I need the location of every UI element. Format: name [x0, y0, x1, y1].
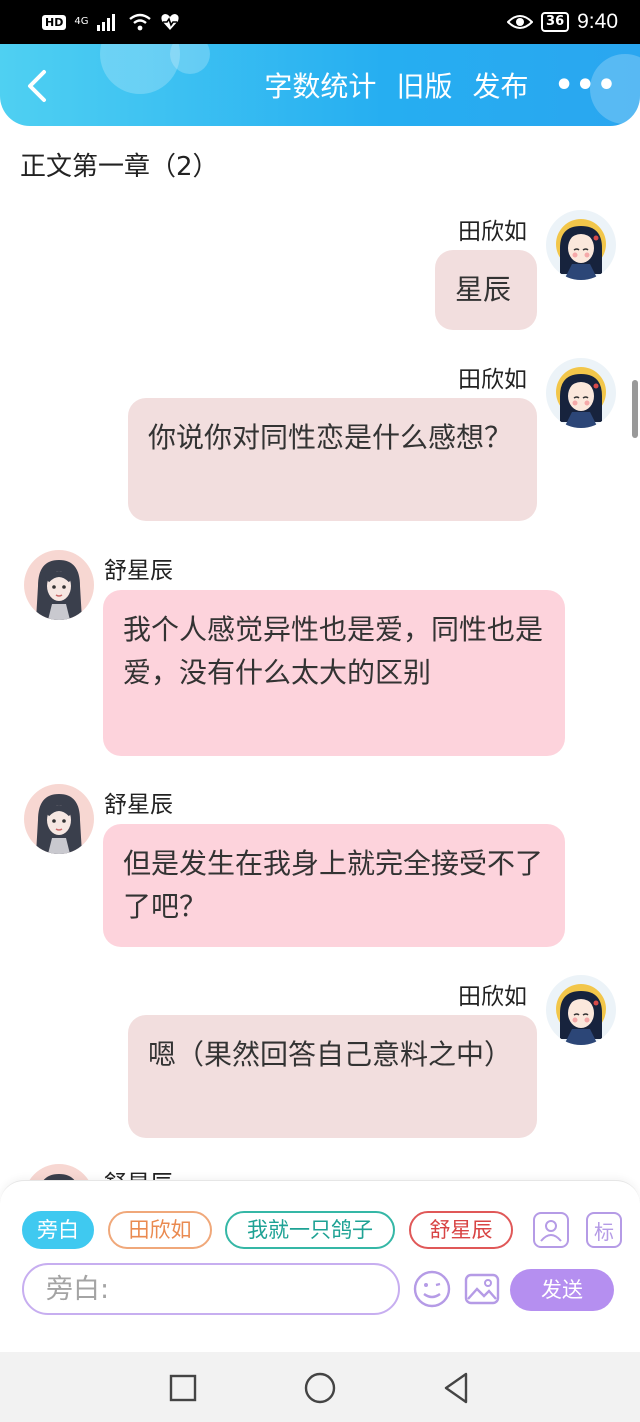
word-count-button[interactable]: 字数统计 — [264, 65, 376, 105]
image-button[interactable] — [462, 1269, 502, 1309]
heart-rate-icon — [161, 14, 180, 30]
avatar-shu-xingchen[interactable] — [24, 550, 94, 620]
status-right: 36 9:40 — [507, 10, 618, 34]
role-chip-tian-xinru[interactable]: 田欣如 — [108, 1211, 212, 1249]
square-icon — [169, 1374, 197, 1402]
app-header: 字数统计 旧版 发布 ••• — [0, 44, 640, 126]
emoji-button[interactable] — [412, 1269, 452, 1309]
speaker-name: 舒星辰 — [104, 558, 173, 584]
avatar-tian-xinru[interactable] — [546, 210, 616, 280]
speaker-name: 舒星辰 — [104, 792, 173, 818]
scrollbar-thumb[interactable] — [632, 380, 638, 438]
back-nav-button[interactable] — [436, 1368, 476, 1408]
avatar-shu-xingchen[interactable] — [24, 784, 94, 854]
message-bubble[interactable]: 我个人感觉异性也是爱，同性也是爱，没有什么太大的区别 — [103, 590, 565, 756]
send-button[interactable]: 发送 — [510, 1269, 614, 1311]
status-left: HD 4G — [42, 13, 180, 31]
message-input[interactable] — [22, 1263, 400, 1315]
battery-indicator: 36 — [541, 12, 570, 32]
home-button[interactable] — [300, 1368, 340, 1408]
chevron-left-icon — [28, 70, 46, 102]
speaker-name: 田欣如 — [458, 219, 527, 245]
chapter-title[interactable]: 正文第一章（2） — [20, 146, 219, 183]
message-bubble[interactable]: 星辰 — [435, 250, 537, 330]
speaker-name: 田欣如 — [458, 984, 527, 1010]
role-chip-shu-xingchen[interactable]: 舒星辰 — [409, 1211, 513, 1249]
message-bubble[interactable]: 你说你对同性恋是什么感想？ — [128, 398, 537, 521]
circle-icon — [304, 1372, 336, 1404]
role-chip-narrator[interactable]: 旁白 — [22, 1211, 94, 1249]
tag-button[interactable]: 标 — [586, 1212, 622, 1248]
speaker-name: 田欣如 — [458, 367, 527, 393]
hd-badge: HD — [42, 14, 67, 30]
clock: 9:40 — [577, 10, 618, 33]
image-icon — [464, 1273, 500, 1305]
role-chip-pigeon[interactable]: 我就一只鸽子 — [225, 1211, 395, 1249]
eye-icon — [507, 15, 534, 29]
person-icon — [540, 1220, 562, 1242]
smile-icon — [413, 1270, 451, 1308]
more-button[interactable]: ••• — [548, 68, 618, 103]
network-indicator: 4G — [74, 16, 89, 27]
message-bubble[interactable]: 嗯（果然回答自己意料之中） — [128, 1015, 537, 1138]
recents-button[interactable] — [163, 1368, 203, 1408]
old-version-button[interactable]: 旧版 — [396, 65, 452, 105]
publish-button[interactable]: 发布 — [472, 65, 528, 105]
avatar-tian-xinru[interactable] — [546, 975, 616, 1045]
triangle-back-icon — [444, 1372, 468, 1404]
system-nav-bar — [0, 1352, 640, 1422]
avatar-tian-xinru[interactable] — [546, 358, 616, 428]
composer-panel: 旁白 田欣如 我就一只鸽子 舒星辰 标 旁白: 发送 — [0, 1180, 640, 1352]
screen: HD 4G 36 9:40 字数统计 旧版 发布 ••• 正文第一章（2） 田欣… — [0, 0, 640, 1422]
signal-icon — [97, 14, 116, 31]
back-button[interactable] — [20, 66, 56, 106]
message-bubble[interactable]: 但是发生在我身上就完全接受不了了吧？ — [103, 824, 565, 947]
character-manage-button[interactable] — [533, 1212, 569, 1248]
wifi-icon — [129, 13, 152, 31]
decor-bubble — [100, 44, 180, 94]
header-actions: 字数统计 旧版 发布 ••• — [264, 44, 618, 126]
status-bar: HD 4G 36 9:40 — [0, 0, 640, 44]
